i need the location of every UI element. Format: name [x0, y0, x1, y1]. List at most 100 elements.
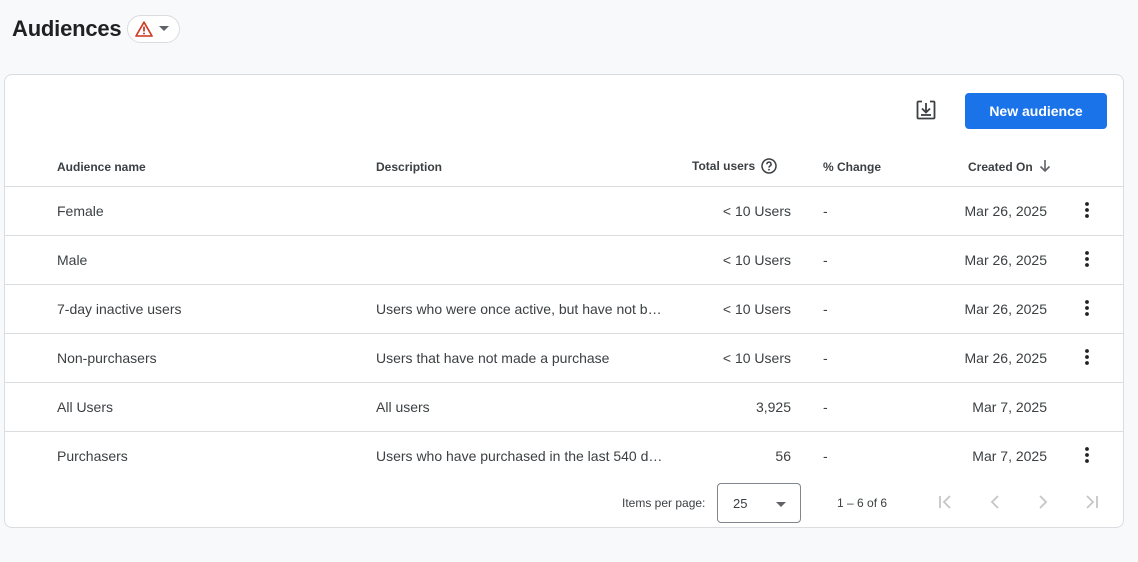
- total-users-cell: 3,925: [665, 383, 791, 431]
- warning-dropdown-chip[interactable]: [127, 15, 181, 43]
- row-menu-button[interactable]: [1073, 432, 1101, 480]
- created-on-value: Mar 7, 2025: [972, 399, 1047, 415]
- column-header-description[interactable]: Description: [376, 147, 442, 187]
- column-header-total-users[interactable]: Total users: [692, 147, 777, 187]
- audience-name-cell[interactable]: Female: [57, 187, 357, 235]
- table-row[interactable]: All Users All users 3,925 - Mar 7, 2025: [5, 383, 1123, 432]
- column-header-name[interactable]: Audience name: [57, 147, 146, 187]
- audience-name: 7-day inactive users: [57, 301, 182, 317]
- more-vert-icon: [1085, 250, 1089, 270]
- page-header: Audiences: [12, 12, 181, 46]
- audience-name: All Users: [57, 399, 114, 415]
- audience-description: Users who have purchased in the last 540…: [376, 448, 663, 464]
- description-cell: [376, 187, 668, 235]
- created-on-cell: Mar 26, 2025: [905, 334, 1048, 382]
- change-value: -: [823, 252, 828, 268]
- new-audience-button[interactable]: New audience: [965, 93, 1107, 129]
- table-row[interactable]: 7-day inactive users Users who were once …: [5, 285, 1123, 334]
- table-row[interactable]: Purchasers Users who have purchased in th…: [5, 432, 1123, 481]
- created-on-value: Mar 26, 2025: [964, 203, 1048, 219]
- change-value: -: [823, 350, 828, 366]
- total-users-value: < 10 Users: [722, 203, 791, 219]
- column-header-created-on[interactable]: Created On: [968, 147, 1051, 187]
- caret-down-icon: [776, 496, 786, 511]
- last-page-button[interactable]: [1079, 491, 1103, 515]
- paginator: Items per page: 25 1 – 6 of 6: [5, 483, 1123, 523]
- change-cell: -: [823, 383, 863, 431]
- download-icon: [916, 100, 936, 125]
- audience-name-cell[interactable]: Non-purchasers: [57, 334, 357, 382]
- created-on-cell: Mar 26, 2025: [905, 236, 1048, 284]
- total-users-value: < 10 Users: [722, 252, 791, 268]
- change-cell: -: [823, 236, 863, 284]
- audiences-card: New audience Audience name Description T…: [4, 74, 1124, 528]
- items-per-page-select[interactable]: 25: [717, 483, 801, 523]
- created-on-value: Mar 26, 2025: [964, 301, 1048, 317]
- audiences-page: Audiences New audience Audience name Des…: [0, 0, 1138, 562]
- column-header-total-users-label: Total users: [692, 159, 756, 173]
- last-page-icon: [1083, 494, 1099, 512]
- created-on-value: Mar 7, 2025: [972, 448, 1047, 464]
- description-cell: All users: [376, 383, 668, 431]
- column-header-created-on-label: Created On: [968, 160, 1033, 174]
- table-row[interactable]: Female < 10 Users - Mar 26, 2025: [5, 187, 1123, 236]
- change-value: -: [823, 203, 828, 219]
- audience-description: Users who were once active, but have not…: [376, 301, 662, 317]
- audience-name-cell[interactable]: Purchasers: [57, 432, 357, 480]
- change-value: -: [823, 448, 828, 464]
- first-page-button[interactable]: [934, 491, 958, 515]
- page-title: Audiences: [12, 16, 122, 41]
- table-row[interactable]: Non-purchasers Users that have not made a…: [5, 334, 1123, 383]
- chevron-right-icon: [1038, 494, 1048, 512]
- change-cell: -: [823, 334, 863, 382]
- total-users-value: 3,925: [755, 399, 791, 415]
- previous-page-button[interactable]: [983, 491, 1007, 515]
- created-on-value: Mar 26, 2025: [964, 350, 1048, 366]
- download-button[interactable]: [913, 99, 939, 125]
- caret-down-icon: [159, 26, 170, 32]
- page-range-label: 1 – 6 of 6: [837, 496, 888, 510]
- audience-name-cell[interactable]: Male: [57, 236, 357, 284]
- more-vert-icon: [1085, 348, 1089, 368]
- change-cell: -: [823, 187, 863, 235]
- more-vert-icon: [1085, 299, 1089, 319]
- created-on-value: Mar 26, 2025: [964, 252, 1048, 268]
- audience-name: Male: [57, 252, 88, 268]
- description-cell: [376, 236, 668, 284]
- audience-name-cell[interactable]: All Users: [57, 383, 357, 431]
- audience-name: Non-purchasers: [57, 350, 157, 366]
- row-menu-button[interactable]: [1073, 334, 1101, 382]
- column-header-description-label: Description: [376, 160, 443, 174]
- total-users-cell: < 10 Users: [665, 334, 791, 382]
- created-on-cell: Mar 26, 2025: [905, 187, 1048, 235]
- audience-name-cell[interactable]: 7-day inactive users: [57, 285, 357, 333]
- warning-triangle-icon: [135, 21, 154, 37]
- column-header-change-label: % Change: [823, 160, 882, 174]
- next-page-button[interactable]: [1031, 491, 1055, 515]
- change-value: -: [823, 399, 828, 415]
- created-on-cell: Mar 7, 2025: [905, 432, 1047, 480]
- row-menu-button[interactable]: [1073, 236, 1101, 284]
- total-users-cell: < 10 Users: [665, 285, 791, 333]
- audience-description: Users that have not made a purchase: [376, 350, 610, 366]
- created-on-cell: Mar 26, 2025: [905, 285, 1048, 333]
- audience-name: Female: [57, 203, 104, 219]
- table-row[interactable]: Male < 10 Users - Mar 26, 2025: [5, 236, 1123, 285]
- column-header-change[interactable]: % Change: [823, 147, 881, 187]
- first-page-icon: [938, 494, 954, 512]
- help-circle-icon[interactable]: [761, 157, 777, 177]
- total-users-value: 56: [775, 448, 791, 464]
- total-users-cell: < 10 Users: [665, 236, 791, 284]
- total-users-cell: < 10 Users: [665, 187, 791, 235]
- chevron-left-icon: [990, 494, 1000, 512]
- more-vert-icon: [1085, 446, 1089, 466]
- row-menu-button[interactable]: [1073, 285, 1101, 333]
- column-header-name-label: Audience name: [57, 160, 146, 174]
- table-header: Audience name Description Total users % …: [5, 147, 1123, 187]
- audience-description: All users: [376, 399, 430, 415]
- total-users-value: < 10 Users: [722, 350, 791, 366]
- items-per-page-value: 25: [733, 495, 748, 511]
- items-per-page-label: Items per page:: [622, 496, 706, 510]
- row-menu-button[interactable]: [1073, 187, 1101, 235]
- total-users-value: < 10 Users: [722, 301, 791, 317]
